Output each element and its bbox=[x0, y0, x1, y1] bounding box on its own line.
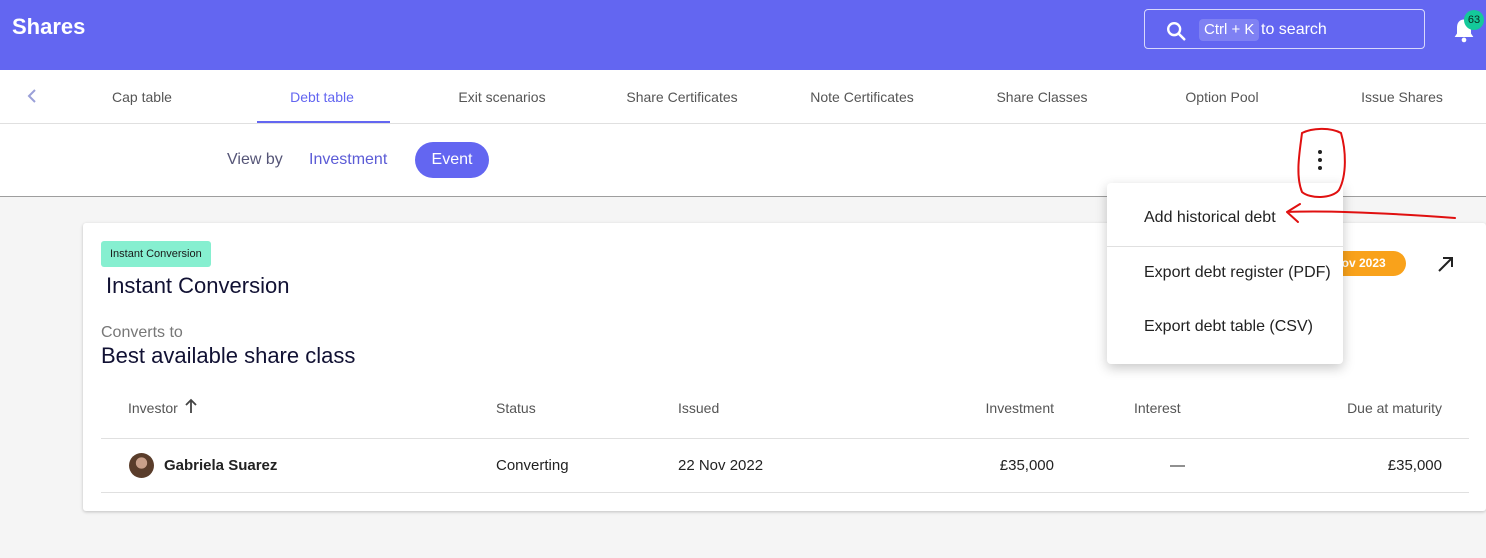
search-shortcut: Ctrl + K bbox=[1199, 19, 1260, 41]
table-row-divider bbox=[101, 492, 1469, 493]
column-header-interest: Interest bbox=[1134, 400, 1181, 416]
view-by-label: View by bbox=[227, 151, 283, 168]
column-header-issued: Issued bbox=[678, 400, 720, 416]
interest-value: — bbox=[1170, 457, 1185, 474]
tab-cap-table[interactable]: Cap table bbox=[52, 70, 232, 124]
issued-value: 22 Nov 2022 bbox=[678, 457, 764, 474]
column-header-status: Status bbox=[496, 400, 536, 416]
tab-note-certificates[interactable]: Note Certificates bbox=[772, 70, 952, 124]
investor-name: Gabriela Suarez bbox=[164, 457, 278, 474]
status-value: Converting bbox=[496, 457, 569, 474]
menu-item-export-pdf[interactable]: Export debt register (PDF) bbox=[1107, 247, 1343, 299]
tab-bar: Cap table Debt table Exit scenarios Shar… bbox=[0, 70, 1486, 124]
investment-value: £35,000 bbox=[999, 457, 1054, 474]
actions-menu: Add historical debt Export debt register… bbox=[1107, 183, 1343, 364]
open-external-icon[interactable] bbox=[1436, 254, 1456, 274]
column-header-investor[interactable]: Investor bbox=[128, 400, 178, 416]
kebab-icon[interactable] bbox=[1306, 144, 1334, 176]
table-header-divider bbox=[101, 438, 1469, 439]
view-event-button[interactable]: Event bbox=[415, 142, 489, 178]
search-hint: to search bbox=[1261, 21, 1327, 38]
app-title: Shares bbox=[12, 14, 86, 39]
due-at-maturity-value: £35,000 bbox=[1387, 457, 1442, 474]
active-tab-indicator bbox=[257, 121, 390, 123]
converts-to-value: Best available share class bbox=[101, 343, 356, 368]
top-bar: Shares Ctrl + K to search 63 bbox=[0, 0, 1486, 70]
tab-share-classes[interactable]: Share Classes bbox=[952, 70, 1132, 124]
tab-issue-shares[interactable]: Issue Shares bbox=[1312, 70, 1486, 124]
tab-debt-table[interactable]: Debt table bbox=[232, 70, 412, 124]
event-title: Instant Conversion bbox=[106, 273, 290, 298]
event-tag: Instant Conversion bbox=[101, 241, 211, 267]
column-header-investment: Investment bbox=[985, 400, 1054, 416]
chevron-left-icon[interactable] bbox=[22, 86, 42, 106]
avatar bbox=[129, 453, 154, 478]
notification-badge: 63 bbox=[1464, 10, 1484, 30]
tab-option-pool[interactable]: Option Pool bbox=[1132, 70, 1312, 124]
arrow-up-icon[interactable] bbox=[184, 397, 198, 415]
view-investment-button[interactable]: Investment bbox=[296, 142, 400, 178]
converts-to-label: Converts to bbox=[101, 324, 183, 341]
menu-item-add-historical-debt[interactable]: Add historical debt bbox=[1107, 192, 1343, 244]
menu-item-export-csv[interactable]: Export debt table (CSV) bbox=[1107, 301, 1343, 353]
tab-exit-scenarios[interactable]: Exit scenarios bbox=[412, 70, 592, 124]
column-header-due-at-maturity: Due at maturity bbox=[1347, 400, 1442, 416]
search-box[interactable]: Ctrl + K to search bbox=[1144, 9, 1425, 49]
tab-share-certificates[interactable]: Share Certificates bbox=[592, 70, 772, 124]
search-icon bbox=[1167, 22, 1186, 41]
